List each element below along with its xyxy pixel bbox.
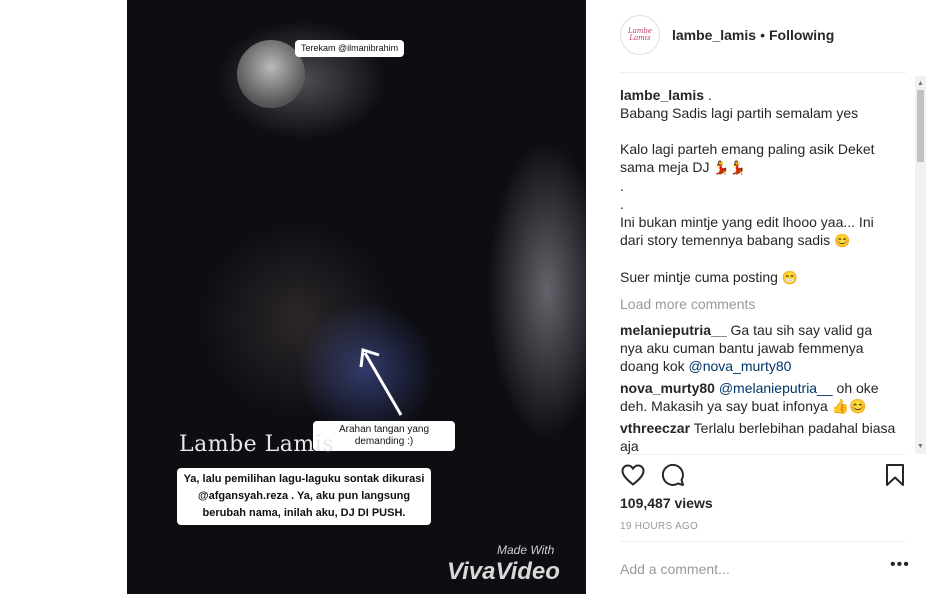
avatar[interactable]: Lambe Lamis — [620, 15, 660, 55]
caption-first-text: . — [704, 87, 712, 103]
caption-line — [620, 122, 897, 140]
video-caption: Ya, lalu pemilihan lagu-laguku sontak di… — [177, 468, 431, 526]
comment-username[interactable]: nova_murty80 — [620, 380, 715, 396]
grin-emoji: 😁 — [781, 270, 799, 285]
post-side-panel: Lambe Lamis lambe_lamis • Following lamb… — [586, 0, 926, 594]
scroll-down-arrow-icon[interactable]: ▼ — [917, 443, 924, 450]
comment-item: vthreeczar Terlalu berlebihan padahal bi… — [620, 419, 897, 454]
divider — [620, 454, 906, 455]
scroll-thumb[interactable] — [917, 90, 924, 162]
comment-icon — [661, 463, 684, 486]
video-arrow-note: Arahan tangan yang demanding :) — [313, 421, 455, 451]
comment-button[interactable] — [660, 462, 686, 488]
header-username[interactable]: lambe_lamis — [672, 27, 756, 43]
avatar-logo: Lambe Lamis — [627, 27, 653, 42]
caption-line-text: Kalo lagi parteh emang paling asik Deket… — [620, 141, 879, 175]
divider — [620, 541, 906, 542]
save-button[interactable] — [882, 462, 908, 488]
post-header: Lambe Lamis lambe_lamis • Following — [620, 14, 834, 56]
caption-line: . — [620, 196, 624, 212]
video-light — [487, 140, 586, 440]
post-actions — [620, 462, 908, 490]
more-options-button[interactable]: ••• — [890, 556, 910, 574]
caption-line-story: Ini bukan mintje yang edit lhooo yaa... … — [620, 213, 897, 250]
video-tag-recorder: Terekam @ilmanibrahim — [295, 40, 405, 57]
comment-username[interactable]: melanieputria__ — [620, 322, 727, 338]
comments-scrollbar[interactable]: ▲ ▼ — [915, 76, 926, 454]
watermark-vivavideo: VivaVideo — [447, 558, 560, 585]
post-video[interactable]: Terekam @ilmanibrahim Arahan tangan yang… — [127, 0, 586, 594]
add-comment-input[interactable]: Add a comment... — [620, 561, 730, 577]
comment-mention[interactable]: @melanieputria__ — [719, 380, 833, 396]
comments-list: lambe_lamis . Babang Sadis lagi partih s… — [620, 86, 897, 454]
comment-item: nova_murty80 @melanieputria__ oh oke deh… — [620, 379, 897, 415]
scroll-up-arrow-icon[interactable]: ▲ — [917, 80, 924, 87]
load-more-comments-button[interactable]: Load more comments — [620, 295, 897, 313]
header-separator: • — [760, 27, 765, 43]
smile-emoji: 😊 — [834, 233, 851, 248]
view-count[interactable]: 109,487 views — [620, 495, 713, 511]
caption-line-text: Suer mintje cuma posting — [620, 269, 778, 285]
divider — [620, 72, 906, 73]
comment-item: melanieputria__ Ga tau sih say valid ga … — [620, 321, 897, 375]
arrow-icon — [359, 348, 403, 416]
caption-line: Babang Sadis lagi partih semalam yes — [620, 105, 859, 121]
watermark-made-with: Made With — [497, 543, 555, 557]
post-timestamp: 19 HOURS AGO — [620, 521, 699, 532]
dancer-emoji: 💃💃 — [713, 160, 746, 175]
video-brand-overlay: Lambe Lamis — [179, 432, 335, 457]
caption-line-posting: Suer mintje cuma posting 😁 — [620, 268, 897, 287]
caption-line: . — [620, 178, 624, 194]
following-button[interactable]: Following — [769, 27, 834, 43]
like-button[interactable] — [620, 462, 646, 488]
caption-line — [620, 250, 897, 268]
caption-username[interactable]: lambe_lamis — [620, 87, 704, 103]
caption-first-line: lambe_lamis . — [620, 86, 897, 104]
heart-icon — [621, 464, 645, 486]
comment-mention[interactable]: @nova_murty80 — [689, 358, 792, 374]
caption-line-dj: Kalo lagi parteh emang paling asik Deket… — [620, 140, 897, 177]
bookmark-icon — [886, 464, 904, 486]
comment-username[interactable]: vthreeczar — [620, 420, 690, 436]
